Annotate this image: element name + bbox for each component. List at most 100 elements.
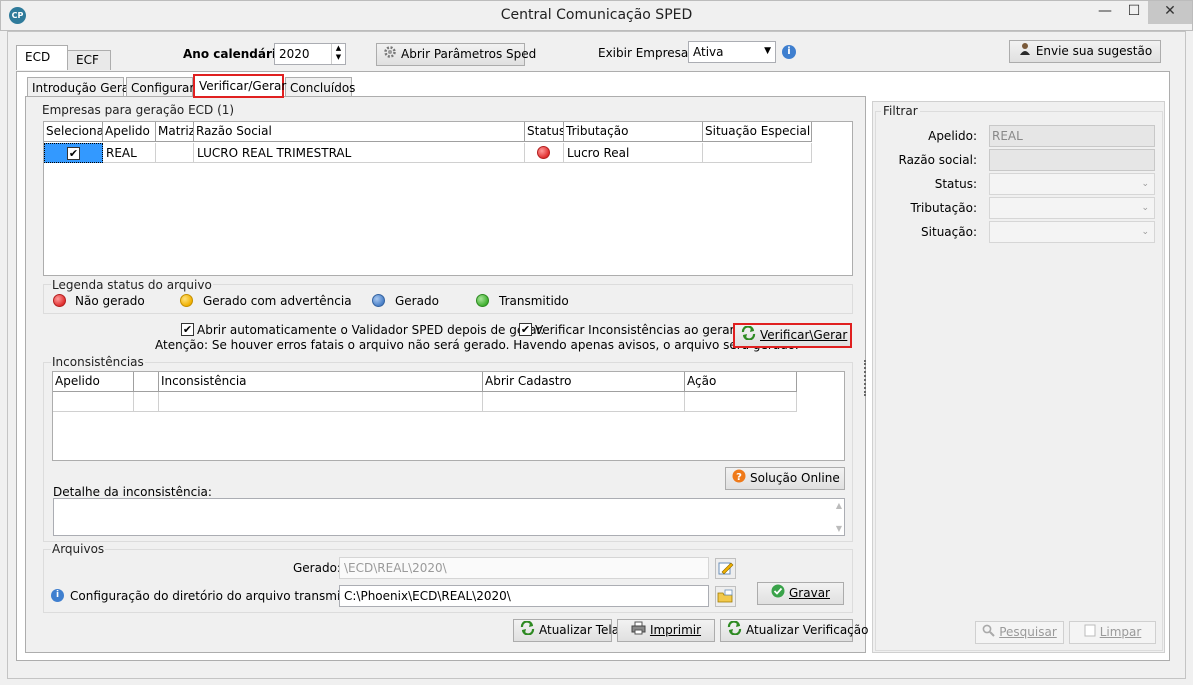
check-circle-icon	[771, 584, 785, 604]
person-icon	[1018, 42, 1032, 62]
filtrar-title: Filtrar	[881, 104, 920, 118]
legend-green-icon	[476, 294, 489, 307]
col-matriz[interactable]: Matriz	[156, 122, 194, 142]
filtro-status-select[interactable]: ⌄	[989, 173, 1155, 195]
filtro-razao-input[interactable]	[989, 149, 1155, 171]
col-inc-inconsistencia[interactable]: Inconsistência	[159, 372, 483, 392]
filtro-apelido-input[interactable]: REAL	[989, 125, 1155, 147]
legenda-title: Legenda status do arquivo	[51, 278, 213, 292]
inc-row-cell[interactable]	[159, 392, 483, 412]
chevron-down-icon: ▼	[764, 46, 771, 56]
row-matriz[interactable]	[156, 143, 194, 163]
exibir-empresas-select[interactable]: Ativa ▼	[688, 41, 776, 63]
row-tributacao[interactable]: Lucro Real	[564, 143, 703, 163]
col-inc-acao-label: Ação	[687, 374, 717, 388]
legend-blue-icon	[372, 294, 385, 307]
col-selecionar[interactable]: Selecionar	[44, 122, 103, 142]
col-status[interactable]: Status	[525, 122, 564, 142]
gerado-input[interactable]: \ECD\REAL\2020\	[339, 557, 709, 579]
window-title: Central Comunicação SPED	[500, 7, 693, 23]
verificar-gerar-button[interactable]: Verificar\Gerar	[733, 323, 852, 348]
detalhe-textarea[interactable]: ▲ ▼	[53, 498, 845, 536]
row-select-checkbox[interactable]: ✔	[67, 147, 80, 160]
minimize-button[interactable]: —	[1090, 1, 1120, 24]
spin-up-icon[interactable]: ▲	[332, 44, 345, 53]
limpar-button[interactable]: Limpar	[1069, 621, 1156, 644]
imprimir-button[interactable]: Imprimir	[617, 619, 715, 642]
chevron-down-icon: ⌄	[1141, 179, 1149, 189]
subtab-configurar[interactable]: Configurar	[126, 77, 194, 98]
col-tributacao[interactable]: Tributação	[564, 122, 703, 142]
subtab-introducao-geral[interactable]: Introdução Geral	[27, 77, 133, 98]
abrir-validador-label[interactable]: Abrir automaticamente o Validador SPED d…	[197, 323, 544, 337]
config-diretorio-input[interactable]: C:\Phoenix\ECD\REAL\2020\	[339, 585, 709, 607]
col-apelido[interactable]: Apelido	[103, 122, 156, 142]
scroll-down-icon[interactable]: ▼	[836, 524, 842, 533]
row-razao-social[interactable]: LUCRO REAL TRIMESTRAL	[194, 143, 525, 163]
filtro-situacao-select[interactable]: ⌄	[989, 221, 1155, 243]
row-status-cell[interactable]	[525, 143, 564, 163]
abrir-validador-checkbox[interactable]: ✔	[181, 323, 194, 336]
filtro-apelido-label: Apelido:	[928, 129, 977, 143]
gerado-label: Gerado:	[293, 561, 341, 575]
splitter-handle[interactable]	[864, 360, 867, 396]
info-icon[interactable]: i	[782, 45, 796, 59]
pesquisar-button[interactable]: Pesquisar	[975, 621, 1064, 644]
subtab-concluidos[interactable]: Concluídos	[285, 77, 355, 98]
ano-calendario-value: 2020	[279, 47, 310, 61]
filtro-tributacao-select[interactable]: ⌄	[989, 197, 1155, 219]
spin-down-icon[interactable]: ▼	[332, 53, 345, 62]
verificar-gerar-label: Verificar\Gerar	[760, 328, 848, 342]
col-inc-apelido[interactable]: Apelido	[53, 372, 134, 392]
row-situacao[interactable]	[703, 143, 812, 163]
config-diretorio-value: C:\Phoenix\ECD\REAL\2020\	[344, 589, 511, 603]
solucao-online-button[interactable]: ? Solução Online	[725, 467, 845, 490]
col-inc-abrir-cadastro[interactable]: Abrir Cadastro	[483, 372, 685, 392]
inc-row-cell[interactable]	[134, 392, 159, 412]
gravar-label: Gravar	[789, 586, 830, 600]
row-select-cell[interactable]: ✔	[44, 143, 103, 163]
col-inc-acao[interactable]: Ação	[685, 372, 797, 392]
scroll-up-icon[interactable]: ▲	[836, 501, 842, 510]
chevron-down-icon: ⌄	[1141, 227, 1149, 237]
col-razao-social[interactable]: Razão Social	[194, 122, 525, 142]
filtro-situacao-label: Situação:	[921, 225, 977, 239]
col-inc-blank[interactable]	[134, 372, 159, 392]
close-button[interactable]: ✕	[1148, 1, 1192, 24]
verificar-inconsistencias-label[interactable]: Verificar Inconsistências ao gerar	[535, 323, 735, 337]
legend-red-icon	[53, 294, 66, 307]
atualizar-verificacao-button[interactable]: Atualizar Verificação	[720, 619, 868, 642]
refresh-icon	[727, 619, 742, 641]
legend-yellow-icon	[180, 294, 193, 307]
help-icon: ?	[732, 469, 746, 489]
col-situacao-especial[interactable]: Situação Especial	[703, 122, 812, 142]
edit-icon[interactable]	[715, 558, 736, 579]
atualizar-verificacao-label: Atualizar Verificação	[746, 623, 869, 637]
inc-row-cell[interactable]	[53, 392, 134, 412]
envie-sugestao-label: Envie sua sugestão	[1035, 44, 1153, 58]
envie-sugestao-button[interactable]: Envie sua sugestão	[1009, 40, 1161, 63]
verificar-inconsistencias-checkbox[interactable]: ✔	[519, 323, 532, 336]
gear-icon	[383, 45, 397, 65]
row-apelido[interactable]: REAL	[103, 143, 156, 163]
gravar-button[interactable]: Gravar	[757, 582, 844, 605]
subtab-verificar-gerar[interactable]: Verificar/Gerar	[193, 74, 286, 98]
config-diretorio-label: Configuração do diretório do arquivo tra…	[70, 589, 368, 603]
inc-row-cell[interactable]	[483, 392, 685, 412]
abrir-parametros-button[interactable]: Abrir Parâmetros Sped	[376, 43, 536, 66]
limpar-label: Limpar	[1099, 625, 1142, 639]
gerado-value: \ECD\REAL\2020\	[344, 561, 447, 575]
chevron-down-icon: ⌄	[1141, 203, 1149, 213]
atualizar-tela-button[interactable]: Atualizar Tela	[513, 619, 619, 642]
tab-ecd[interactable]: ECD	[16, 45, 68, 70]
pesquisar-label: Pesquisar	[999, 625, 1057, 639]
svg-text:?: ?	[736, 472, 742, 483]
folder-icon[interactable]	[715, 586, 736, 607]
tab-ecf[interactable]: ECF	[67, 50, 111, 70]
empresas-title: Empresas para geração ECD (1)	[42, 103, 235, 117]
maximize-button[interactable]: ☐	[1119, 1, 1149, 24]
ano-spinner[interactable]: ▲ ▼	[331, 44, 345, 64]
refresh-icon	[520, 619, 535, 641]
inc-row-cell[interactable]	[685, 392, 797, 412]
detalhe-label: Detalhe da inconsistência:	[53, 485, 212, 499]
